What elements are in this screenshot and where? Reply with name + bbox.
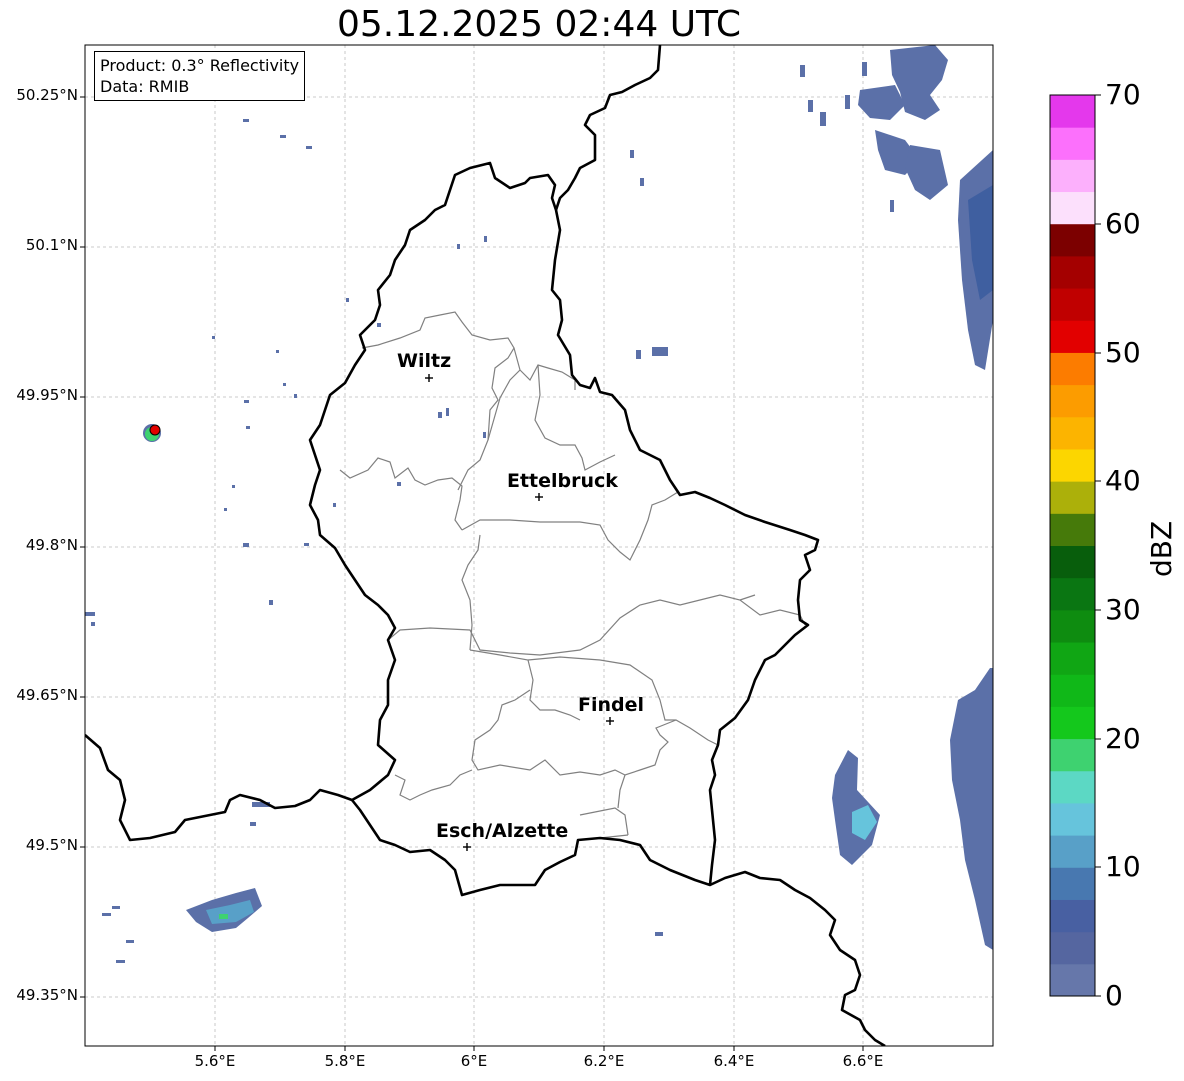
colorbar-segment [1050,642,1095,675]
radar-site-echo [143,424,161,442]
colorbar-segment [1050,674,1095,707]
colorbar-segment [1050,223,1095,257]
colorbar-tick-label: 40 [1105,464,1141,497]
city-label-wiltz: Wiltz [397,350,452,372]
lat-label: 49.35°N [16,986,78,1004]
colorbar-tick-label: 10 [1105,850,1141,883]
colorbar-segment [1050,835,1095,868]
colorbar-segment [1050,288,1095,321]
colorbar-segment [1050,320,1095,353]
data-source-text: Data: RMIB [100,77,190,96]
colorbar-tick-label: 30 [1105,593,1141,626]
lat-label: 49.8°N [25,536,78,554]
lat-label: 49.65°N [16,686,78,704]
colorbar-segment [1050,191,1095,225]
colorbar-segment [1050,513,1095,546]
colorbar-segment [1050,738,1095,772]
lon-label: 6.4°E [713,1052,755,1070]
colorbar-segment [1050,352,1095,386]
lat-label: 50.25°N [16,86,78,104]
colorbar-tick-label: 70 [1105,78,1141,111]
colorbar-segment [1050,95,1095,128]
colorbar-unit-label: dBZ [1145,520,1178,577]
radar-map [80,44,1101,1051]
colorbar-segment [1050,706,1095,740]
colorbar-segment [1050,802,1095,836]
colorbar-segment [1050,481,1095,514]
colorbar-segment [1050,899,1095,933]
lon-label: 5.6°E [194,1052,236,1070]
colorbar-segment [1050,867,1095,900]
colorbar-segment [1050,577,1095,611]
lon-label: 6.6°E [842,1052,884,1070]
colorbar-segment [1050,255,1095,289]
colorbar-tick-label: 20 [1105,722,1141,755]
map-area [85,45,993,1046]
product-info-box: Product: 0.3° Reflectivity Data: RMIB [94,51,306,101]
colorbar-tick-label: 60 [1105,207,1141,240]
colorbar-segment [1050,931,1095,965]
city-label-ettelbruck: Ettelbruck [507,470,618,492]
lon-label: 6°E [460,1052,488,1070]
lon-label: 6.2°E [583,1052,625,1070]
colorbar-segment [1050,127,1095,160]
colorbar-segment [1050,609,1095,643]
colorbar-segment [1050,384,1095,418]
colorbar-tick-label: 0 [1105,979,1123,1012]
lat-label: 49.95°N [16,386,78,404]
colorbar-segment [1050,159,1095,193]
colorbar-segment [1050,448,1095,482]
lon-label: 5.8°E [324,1052,366,1070]
colorbar-segment [1050,545,1095,579]
city-label-esch-alzette: Esch/Alzette [436,820,569,842]
colorbar-segment [1050,770,1095,804]
colorbar-segment [1050,963,1095,997]
city-label-findel: Findel [578,694,645,716]
colorbar-segments [1050,95,1095,997]
lat-label: 49.5°N [25,836,78,854]
lat-label: 50.1°N [25,236,78,254]
colorbar-ticks [1095,94,1101,997]
product-text: Product: 0.3° Reflectivity [100,56,300,75]
colorbar-segment [1050,416,1095,450]
colorbar-tick-label: 50 [1105,336,1141,369]
